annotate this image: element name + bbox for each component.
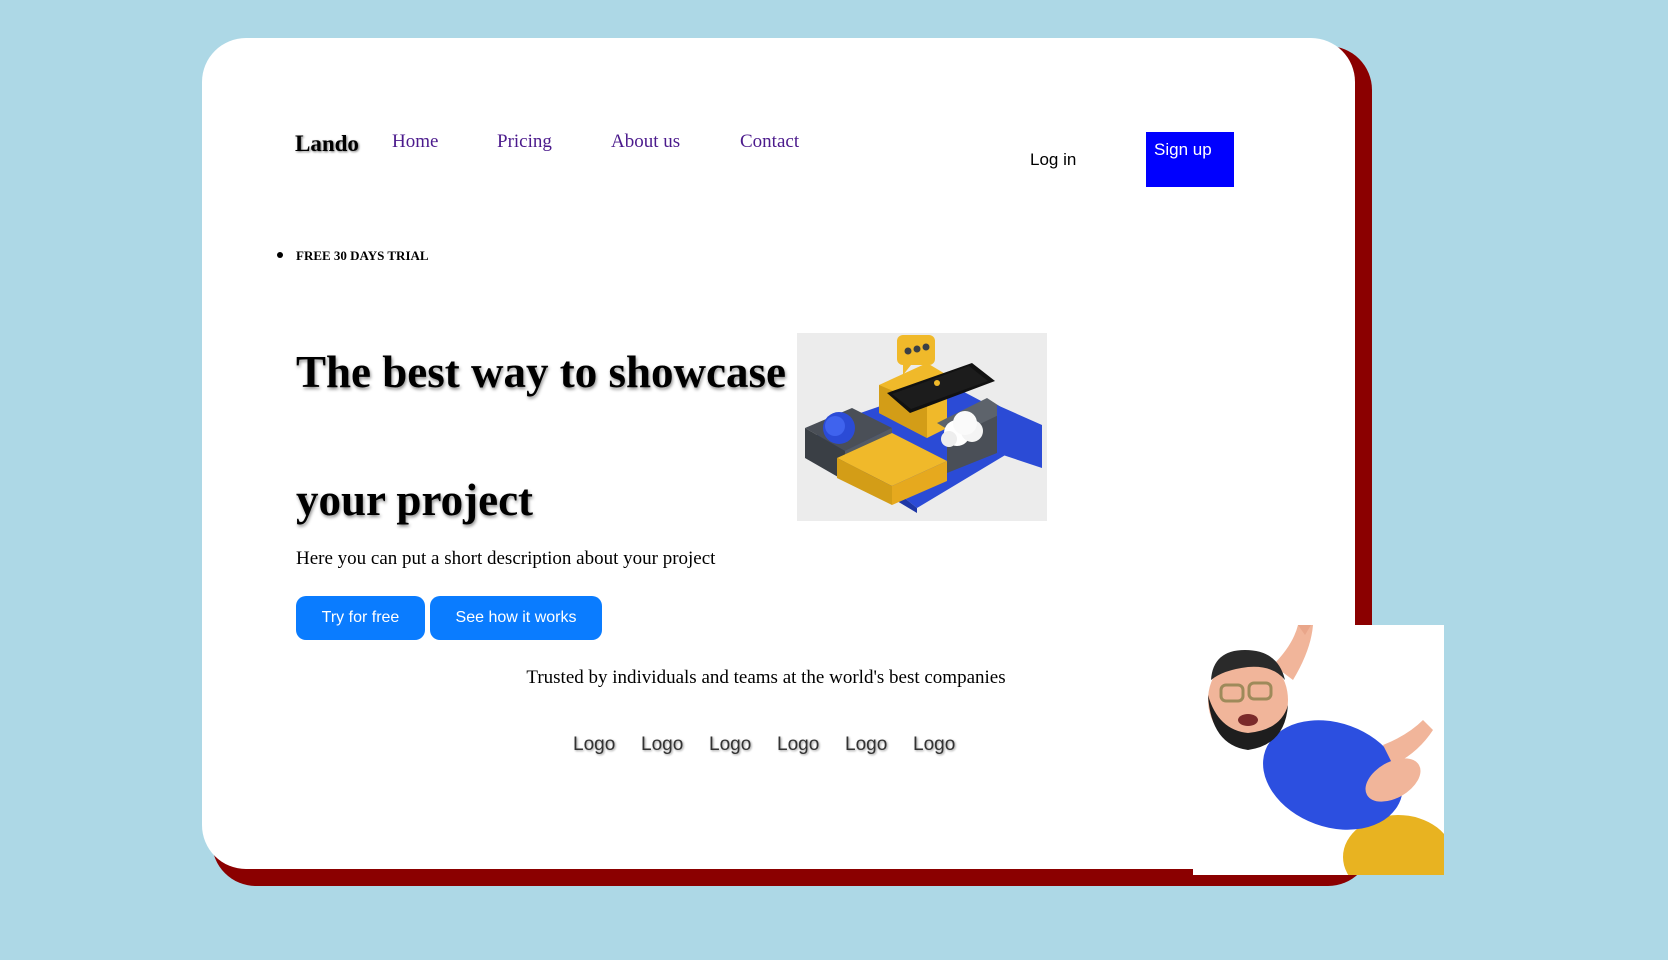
trial-badge: FREE 30 DAYS TRIAL — [296, 248, 429, 263]
hero-description: Here you can put a short description abo… — [296, 548, 716, 569]
hero-illustration — [797, 333, 1047, 521]
logo-strip: Logo Logo Logo Logo Logo Logo — [573, 734, 961, 756]
hero-headline: The best way to showcase your project — [296, 308, 796, 564]
mascot-image — [1193, 625, 1444, 875]
brand-logo[interactable]: Lando — [295, 131, 359, 157]
headline-line-2: your project — [296, 475, 534, 525]
nav-link-contact[interactable]: Contact — [740, 131, 799, 153]
bullet-icon — [277, 252, 283, 258]
login-link[interactable]: Log in — [1030, 150, 1076, 170]
company-logo: Logo — [913, 734, 956, 755]
company-logo: Logo — [709, 734, 752, 755]
company-logo: Logo — [845, 734, 888, 755]
company-logo: Logo — [777, 734, 820, 755]
headline-line-1: The best way to showcase — [296, 347, 786, 397]
trusted-text: Trusted by individuals and teams at the … — [526, 667, 1006, 688]
company-logo: Logo — [573, 734, 616, 755]
nav-link-home[interactable]: Home — [392, 131, 438, 153]
company-logo: Logo — [641, 734, 684, 755]
signup-button[interactable]: Sign up — [1146, 132, 1234, 187]
nav-link-pricing[interactable]: Pricing — [497, 131, 552, 153]
isometric-blocks-icon — [797, 333, 1047, 521]
try-free-button[interactable]: Try for free — [296, 596, 425, 640]
nav-link-about[interactable]: About us — [611, 131, 680, 153]
see-how-button[interactable]: See how it works — [430, 596, 602, 640]
waving-man-icon — [1208, 625, 1444, 875]
